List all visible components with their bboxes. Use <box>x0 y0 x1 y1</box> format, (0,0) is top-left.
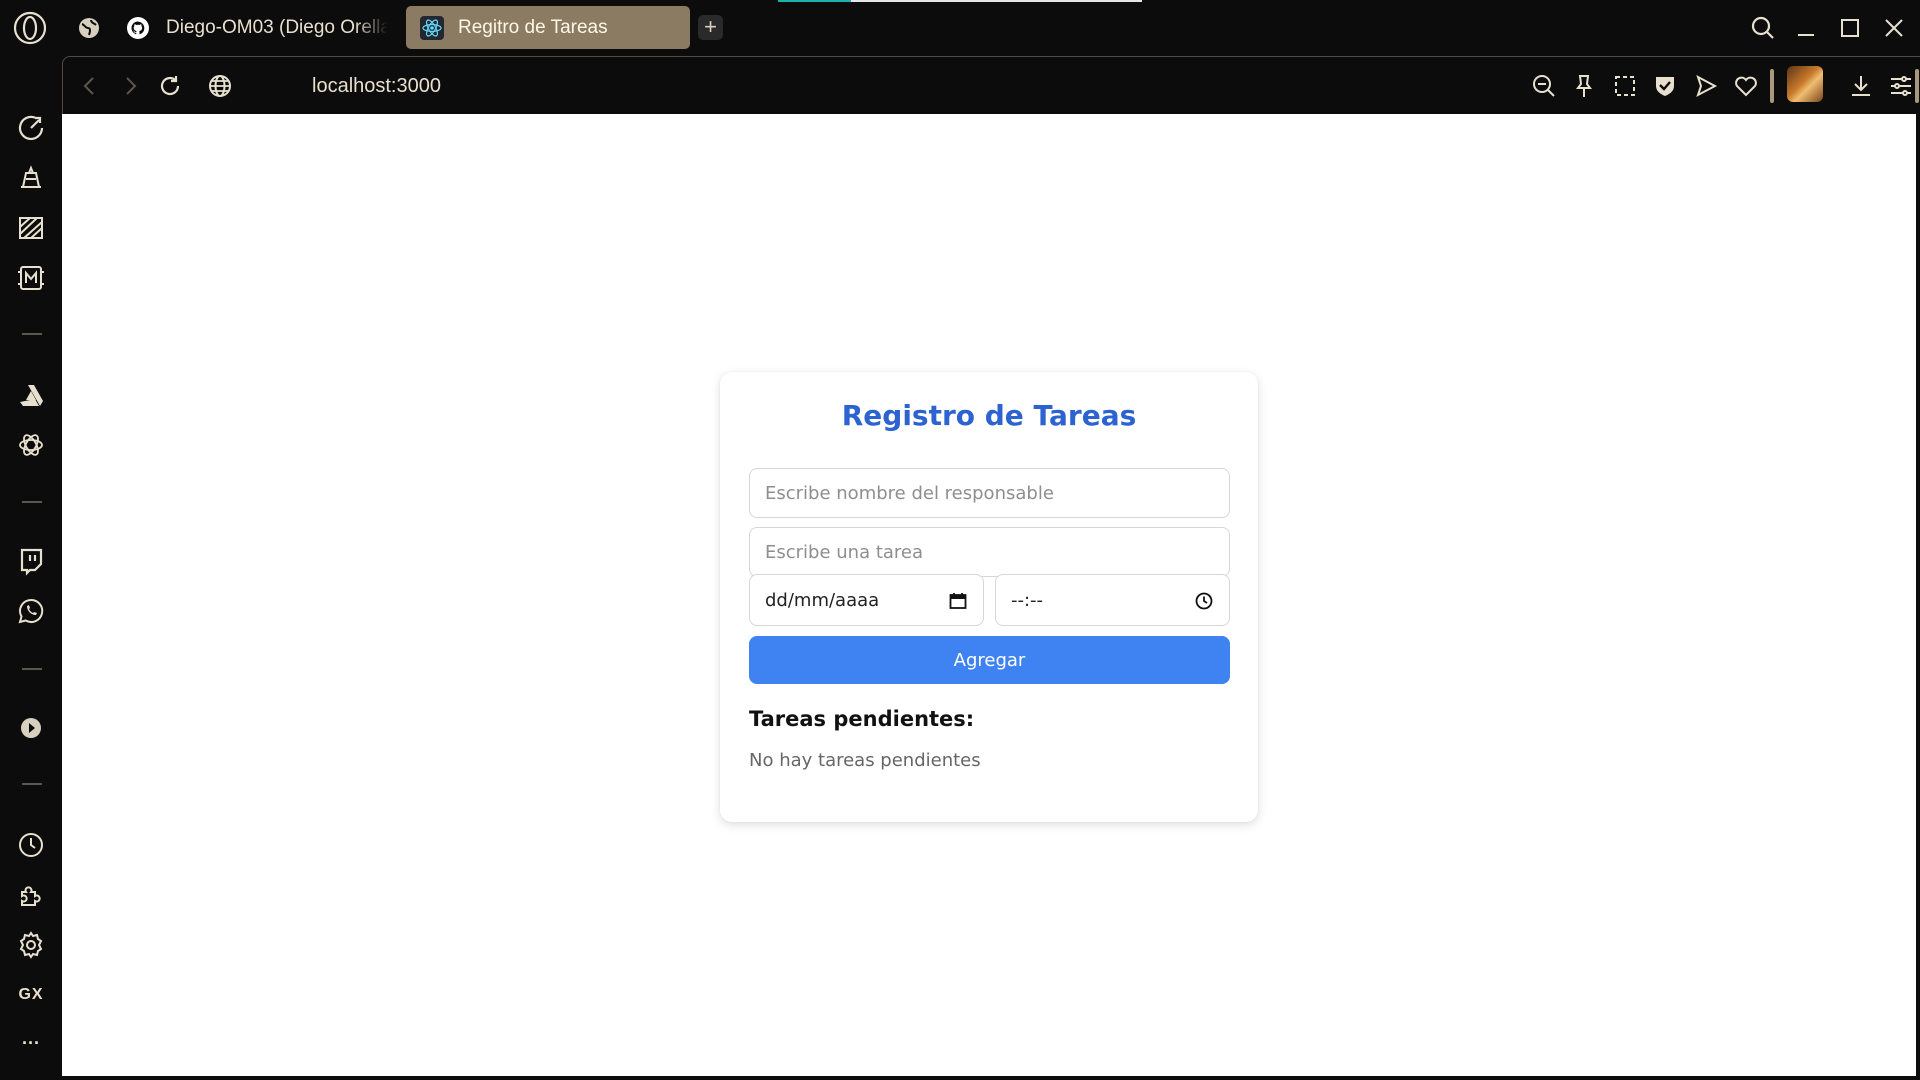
reload-icon[interactable] <box>155 71 185 101</box>
add-task-button[interactable]: Agregar <box>749 636 1230 684</box>
time-input[interactable]: --:-- <box>995 574 1230 626</box>
date-input[interactable]: dd/mm/aaaa <box>749 574 984 626</box>
maximize-icon[interactable] <box>1835 13 1865 43</box>
pin-icon[interactable] <box>1569 71 1599 101</box>
send-icon[interactable] <box>1691 71 1721 101</box>
sidebar: GX ··· <box>0 56 62 1080</box>
page-title: Registro de Tareas <box>841 399 1137 432</box>
forward-icon[interactable] <box>115 71 145 101</box>
extensions-icon[interactable] <box>14 878 48 912</box>
tab-label: Regitro de Tareas <box>458 16 608 38</box>
settings-icon[interactable] <box>14 928 48 962</box>
speed-dial-icon[interactable] <box>14 111 48 145</box>
address-bar: localhost:3000 <box>62 56 1920 114</box>
react-icon <box>420 15 444 40</box>
world-icon[interactable] <box>77 16 101 40</box>
task-input[interactable] <box>749 527 1230 577</box>
close-icon[interactable] <box>1879 13 1909 43</box>
empty-tasks-message: No hay tareas pendientes <box>749 750 981 771</box>
download-icon[interactable] <box>1846 71 1876 101</box>
pending-tasks-heading: Tareas pendientes: <box>749 707 975 731</box>
toolbar-divider <box>1915 69 1919 103</box>
artstation-icon[interactable] <box>14 378 48 412</box>
snapshot-icon[interactable] <box>1610 71 1640 101</box>
gx-corner-icon[interactable] <box>14 211 48 245</box>
sidebar-divider <box>22 783 42 785</box>
responsable-input[interactable] <box>749 468 1230 518</box>
clock-icon[interactable] <box>1194 591 1214 611</box>
tab-bar: Diego-OM03 (Diego Orellana) Regitro de T… <box>0 0 1920 56</box>
sidebar-divider <box>22 501 42 503</box>
whatsapp-icon[interactable] <box>14 594 48 628</box>
date-placeholder: dd/mm/aaaa <box>765 589 880 611</box>
loading-indicator <box>778 0 1142 2</box>
sidebar-divider <box>22 668 42 670</box>
profile-avatar[interactable] <box>1787 66 1823 102</box>
tab-registro-tareas[interactable]: Regitro de Tareas <box>406 6 690 49</box>
sidebar-divider <box>22 333 42 335</box>
toolbar-divider <box>1770 69 1774 103</box>
vpn-shield-icon[interactable] <box>1650 71 1680 101</box>
new-tab-button[interactable]: + <box>698 15 723 40</box>
easy-setup-menu-icon[interactable] <box>1886 71 1916 101</box>
site-info-globe-icon[interactable] <box>205 71 235 101</box>
heart-icon[interactable] <box>1731 71 1761 101</box>
page-content: Registro de Tareas dd/mm/aaaa --:-- Agre… <box>62 114 1916 1076</box>
player-icon[interactable] <box>14 711 48 745</box>
url-text[interactable]: localhost:3000 <box>312 75 441 98</box>
gx-control-button[interactable]: GX <box>14 978 48 1012</box>
history-icon[interactable] <box>14 828 48 862</box>
tab-github[interactable]: Diego-OM03 (Diego Orellana) <box>126 6 388 49</box>
chatgpt-icon[interactable] <box>14 428 48 462</box>
time-placeholder: --:-- <box>1011 589 1044 611</box>
search-icon[interactable] <box>1748 13 1778 43</box>
opera-gx-logo-icon[interactable] <box>12 10 48 46</box>
minimize-icon[interactable] <box>1791 13 1821 43</box>
zoom-out-icon[interactable] <box>1529 71 1559 101</box>
aria-icon[interactable] <box>14 161 48 195</box>
more-button[interactable]: ··· <box>14 1026 48 1060</box>
twitch-icon[interactable] <box>14 544 48 578</box>
github-icon <box>126 16 150 40</box>
back-icon[interactable] <box>75 71 105 101</box>
task-form-card: Registro de Tareas dd/mm/aaaa --:-- Agre… <box>720 372 1258 822</box>
tab-label: Diego-OM03 (Diego Orellana) <box>166 16 388 38</box>
messenger-icon[interactable] <box>14 261 48 295</box>
calendar-icon[interactable] <box>948 591 968 611</box>
